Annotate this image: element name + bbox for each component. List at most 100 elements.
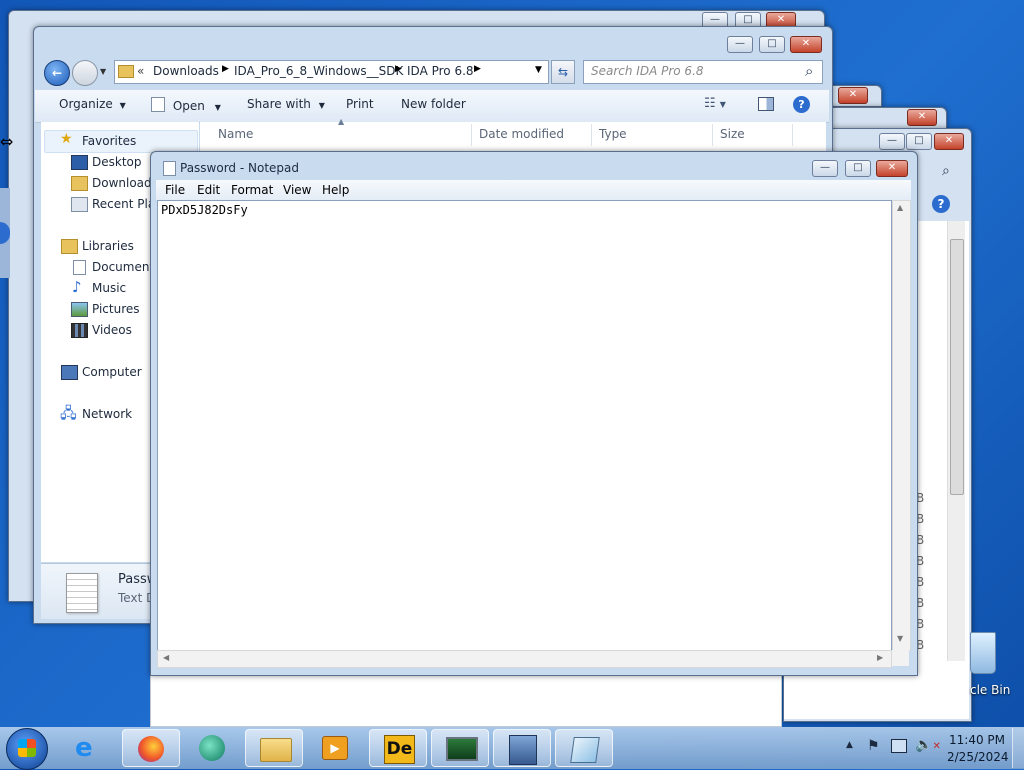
size-cell: B xyxy=(916,617,925,631)
refresh-button[interactable]: ⇆ xyxy=(551,60,575,84)
minimize-button[interactable]: — xyxy=(727,36,753,53)
start-button[interactable] xyxy=(6,728,48,770)
network-tray-icon[interactable] xyxy=(891,739,907,753)
column-date-modified[interactable]: Date modified xyxy=(479,127,564,141)
maximize-button[interactable]: □ xyxy=(845,160,871,177)
taskbar-monitor-app[interactable] xyxy=(431,729,489,767)
close-button[interactable]: ✕ xyxy=(876,160,908,177)
column-divider[interactable] xyxy=(591,124,592,146)
show-hidden-icons-icon[interactable]: ▲ xyxy=(846,740,853,750)
breadcrumb-downloads[interactable]: Downloads xyxy=(153,64,219,78)
nav-music[interactable]: Music xyxy=(92,281,126,295)
open-button[interactable]: Open ▼ xyxy=(151,97,221,113)
scroll-left-icon[interactable]: ◀ xyxy=(163,653,169,662)
chevron-down-icon: ▼ xyxy=(119,101,126,110)
chevron-right-icon[interactable]: ▶ xyxy=(222,64,229,74)
menu-format[interactable]: Format xyxy=(231,183,273,197)
scroll-right-icon[interactable]: ▶ xyxy=(877,653,883,662)
column-divider[interactable] xyxy=(792,124,793,146)
taskbar-firefox[interactable] xyxy=(122,729,180,767)
column-name[interactable]: Name xyxy=(218,127,253,141)
chevron-down-icon[interactable]: ▼ xyxy=(535,65,542,75)
preview-pane-icon[interactable] xyxy=(758,97,774,111)
folder-icon xyxy=(118,65,134,78)
maximize-button[interactable]: □ xyxy=(759,36,785,53)
taskbar-installer[interactable] xyxy=(493,729,551,767)
taskbar-app-green[interactable] xyxy=(184,729,242,767)
music-icon: ♪ xyxy=(72,278,82,296)
help-icon[interactable]: ? xyxy=(932,195,950,213)
taskbar-notepad[interactable] xyxy=(555,729,613,767)
column-size[interactable]: Size xyxy=(720,127,745,141)
scroll-down-icon[interactable]: ▼ xyxy=(897,634,903,643)
print-button[interactable]: Print xyxy=(346,97,374,111)
size-cell: B xyxy=(916,554,925,568)
clock-time[interactable]: 11:40 PM xyxy=(949,733,1005,747)
recycle-bin-icon[interactable] xyxy=(970,632,996,674)
search-input[interactable]: Search IDA Pro 6.8 ⌕ xyxy=(583,60,823,84)
back-arrow-icon: ← xyxy=(51,66,63,80)
menu-file[interactable]: File xyxy=(165,183,185,197)
monitor-icon xyxy=(446,737,478,761)
breadcrumb-prefix: « xyxy=(137,64,145,78)
volume-muted-icon[interactable]: 🔈✕ xyxy=(915,737,941,753)
scroll-up-icon[interactable]: ▲ xyxy=(897,203,903,212)
close-button[interactable]: ✕ xyxy=(907,109,937,126)
menu-help[interactable]: Help xyxy=(322,183,349,197)
taskbar-internet-explorer[interactable]: e xyxy=(60,729,118,767)
close-button[interactable]: ✕ xyxy=(790,36,822,53)
column-divider[interactable] xyxy=(712,124,713,146)
nav-desktop[interactable]: Desktop xyxy=(92,155,142,169)
taskbar-explorer[interactable] xyxy=(245,729,303,767)
scroll-thumb[interactable] xyxy=(950,239,964,495)
search-icon[interactable]: ⌕ xyxy=(942,163,950,179)
new-folder-button[interactable]: New folder xyxy=(401,97,466,111)
close-button[interactable]: ✕ xyxy=(838,87,868,104)
nav-pictures[interactable]: Pictures xyxy=(92,302,140,316)
minimize-button[interactable]: — xyxy=(812,160,838,177)
view-options-icon[interactable]: ☷ ▼ xyxy=(704,96,726,111)
breadcrumb-ida-sdk[interactable]: IDA_Pro_6_8_Windows__SDK xyxy=(234,64,403,78)
show-desktop-button[interactable] xyxy=(1012,728,1024,768)
nav-network[interactable]: Network xyxy=(82,407,132,421)
clock-date[interactable]: 2/25/2024 xyxy=(947,750,1009,764)
column-type[interactable]: Type xyxy=(599,127,627,141)
search-placeholder: Search IDA Pro 6.8 xyxy=(591,64,704,78)
size-grip[interactable] xyxy=(892,650,909,666)
close-button[interactable]: ✕ xyxy=(934,133,964,150)
back-button[interactable]: ← xyxy=(44,60,70,86)
recycle-bin-label[interactable]: cle Bin xyxy=(970,683,1010,697)
nav-libraries[interactable]: Libraries xyxy=(82,239,134,253)
text-file-icon xyxy=(66,573,98,613)
history-dropdown[interactable]: ▼ xyxy=(100,67,106,76)
nav-favorites[interactable]: Favorites xyxy=(82,134,136,148)
breadcrumb-ida-pro[interactable]: IDA Pro 6.8 xyxy=(407,64,474,78)
notepad-horizontal-scrollbar[interactable]: ◀ ▶ xyxy=(157,650,892,668)
background-window-bottom xyxy=(150,675,782,727)
address-bar[interactable]: « Downloads ▶ IDA_Pro_6_8_Windows__SDK ▶… xyxy=(114,60,549,84)
minimize-button[interactable]: — xyxy=(879,133,905,150)
vertical-scrollbar[interactable] xyxy=(947,221,965,661)
search-icon[interactable]: ⌕ xyxy=(805,62,813,80)
chevron-right-icon[interactable]: ▶ xyxy=(395,64,402,74)
nav-computer[interactable]: Computer xyxy=(82,365,142,379)
menu-edit[interactable]: Edit xyxy=(197,183,220,197)
taskbar-media-player[interactable]: ▶ xyxy=(306,729,364,767)
nav-downloads[interactable]: Downloads xyxy=(92,176,158,190)
taskbar-de-app[interactable]: De xyxy=(369,729,427,767)
organize-label: Organize xyxy=(59,97,113,111)
maximize-button[interactable]: □ xyxy=(906,133,932,150)
menu-view[interactable]: View xyxy=(283,183,311,197)
chevron-right-icon[interactable]: ▶ xyxy=(474,64,481,74)
notepad-text-area[interactable]: PDxD5J82DsFy xyxy=(157,200,892,651)
organize-button[interactable]: Organize ▼ xyxy=(59,97,126,111)
notepad-vertical-scrollbar[interactable]: ▲ ▼ xyxy=(892,200,911,651)
sort-ascending-icon: ▲ xyxy=(338,117,345,126)
help-icon[interactable]: ? xyxy=(793,96,810,113)
action-center-flag-icon[interactable]: ⚑ xyxy=(867,738,880,754)
folder-icon xyxy=(260,738,292,762)
share-with-button[interactable]: Share with ▼ xyxy=(247,97,325,111)
column-divider[interactable] xyxy=(471,124,472,146)
nav-videos[interactable]: Videos xyxy=(92,323,132,337)
forward-button[interactable] xyxy=(72,60,98,86)
